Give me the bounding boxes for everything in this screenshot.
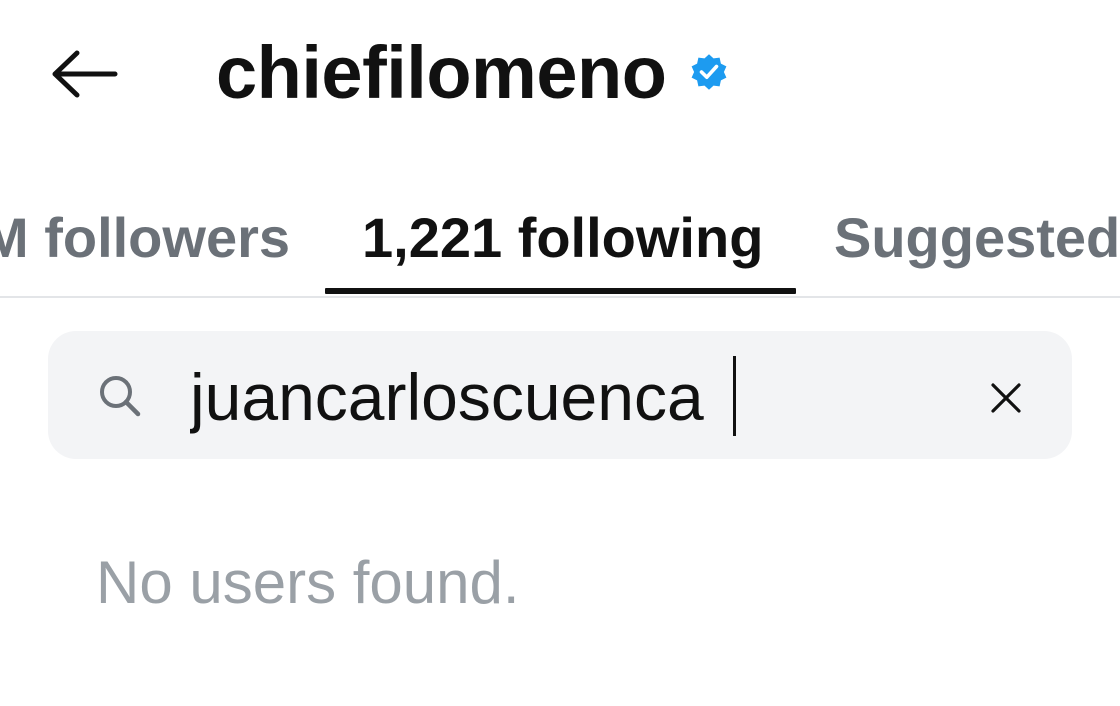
header: chiefilomeno: [0, 0, 1120, 140]
tab-following[interactable]: 1,221 following: [362, 192, 763, 282]
active-tab-indicator: [325, 288, 796, 294]
search-input[interactable]: [190, 352, 950, 442]
arrow-left-icon: [52, 50, 118, 98]
empty-state-message: No users found.: [96, 549, 520, 616]
page-title: chiefilomeno: [216, 30, 667, 114]
verified-badge-icon: [688, 51, 730, 93]
profile-title: chiefilomeno: [216, 22, 730, 122]
text-cursor: [733, 356, 736, 436]
close-icon: [991, 383, 1021, 413]
back-button[interactable]: [40, 38, 126, 110]
search-icon: [94, 370, 146, 422]
clear-search-button[interactable]: [978, 370, 1034, 426]
tab-suggested[interactable]: Suggested: [834, 192, 1120, 282]
tab-bar: M followers 1,221 following Suggested: [0, 178, 1120, 298]
tab-followers[interactable]: M followers: [0, 192, 290, 282]
